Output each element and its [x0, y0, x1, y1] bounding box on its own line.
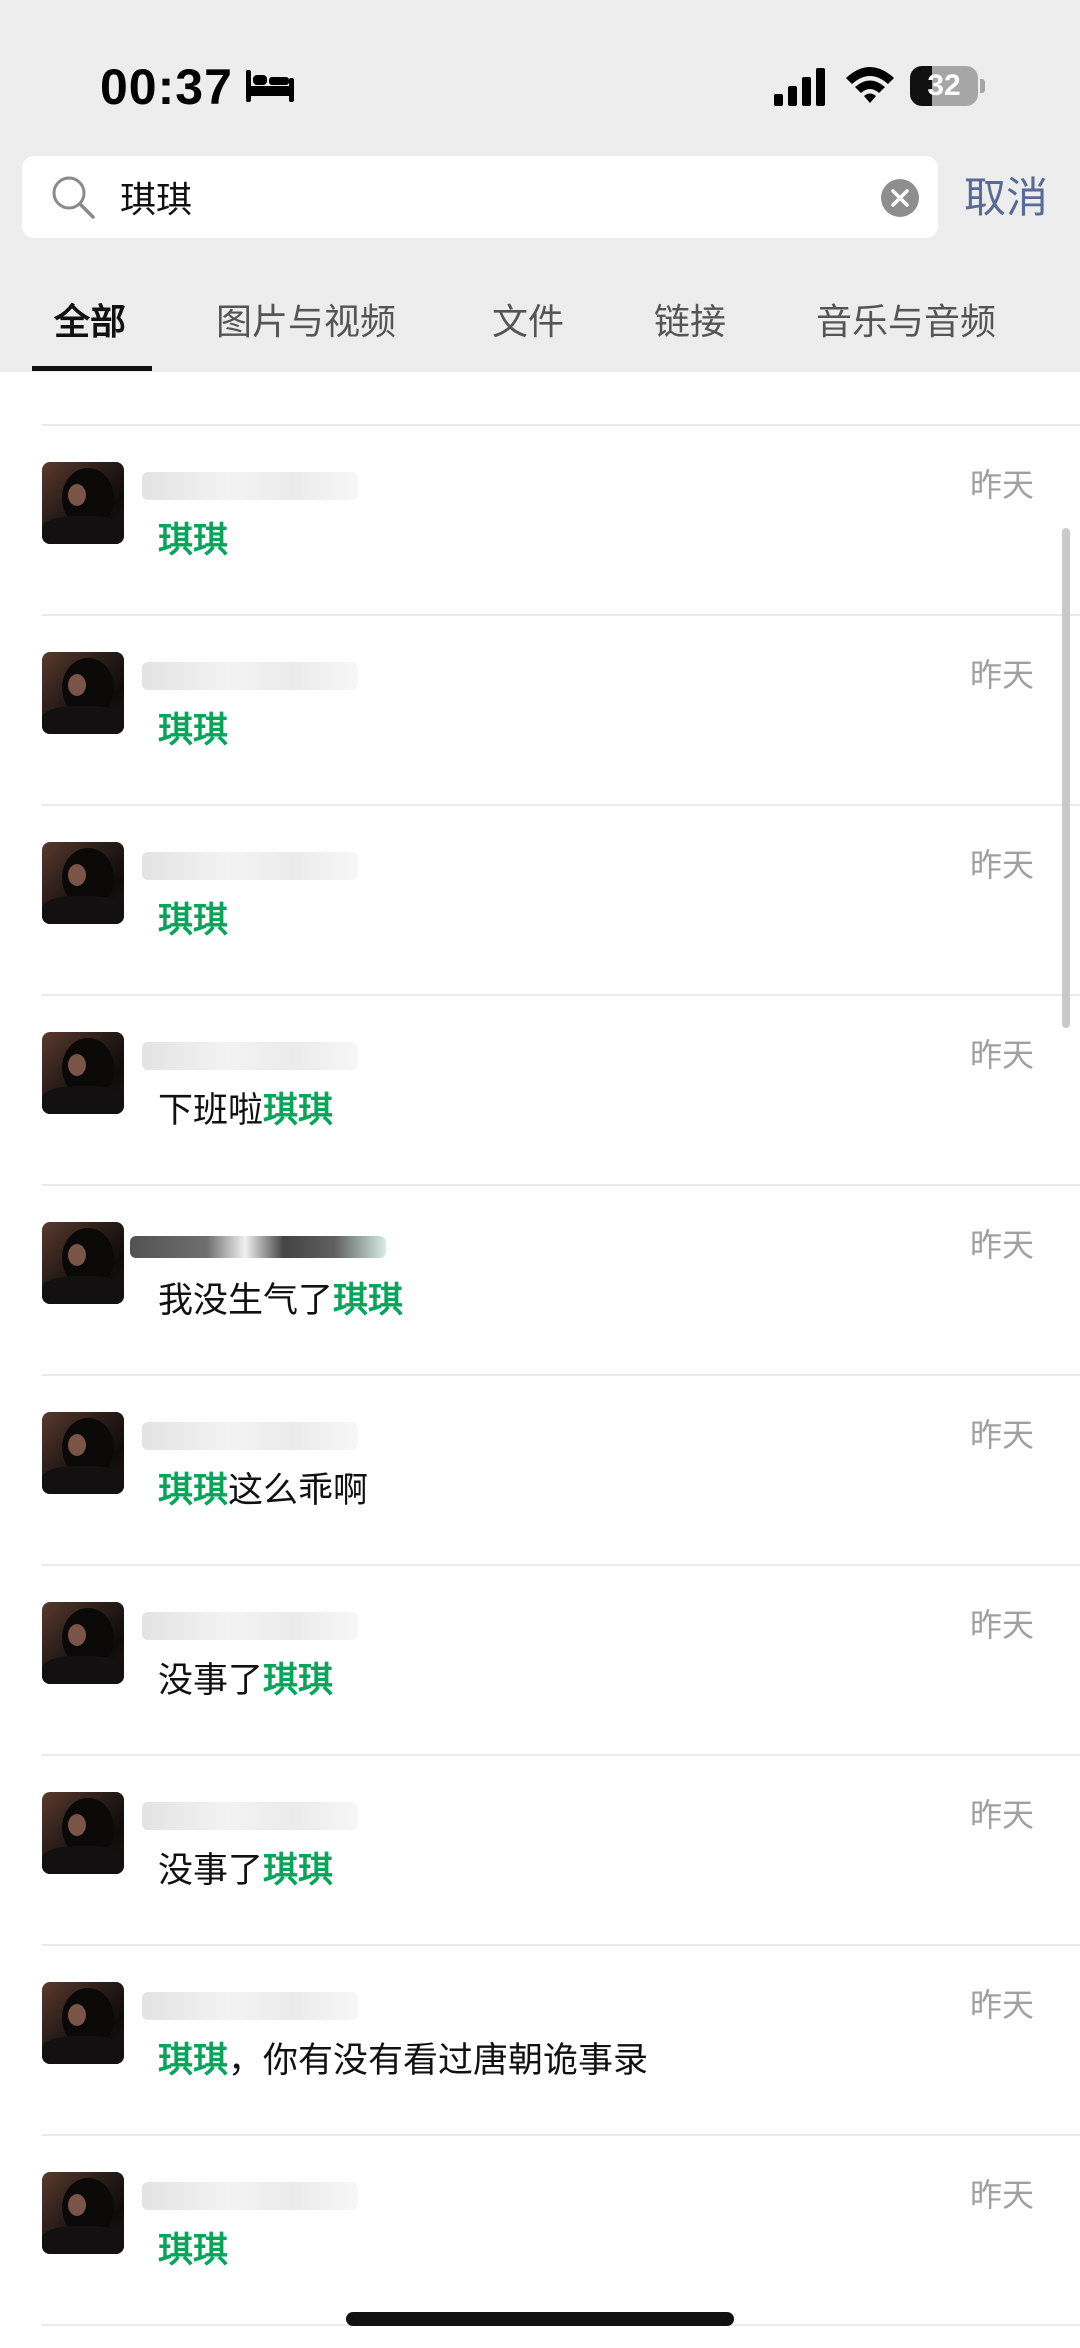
status-time: 00:37 [100, 59, 233, 115]
battery-icon: 32 [910, 66, 986, 106]
list-item[interactable]: 没事了琪琪 昨天 [0, 1566, 1080, 1756]
list-item[interactable]: 琪琪，你有没有看过唐朝诡事录 昨天 [0, 1946, 1080, 2136]
list-item[interactable]: 没事了琪琪 昨天 [0, 1756, 1080, 1946]
active-tab-indicator [32, 366, 152, 371]
message-snippet: 琪琪 [158, 2231, 229, 2271]
list-item[interactable]: 琪琪 昨天 [0, 616, 1080, 806]
message-date: 昨天 [969, 656, 1034, 694]
filter-tabs: 全部 图片与视频 文件 链接 音乐与音频 [0, 290, 1080, 372]
battery-percent: 32 [927, 69, 961, 102]
avatar [42, 652, 124, 734]
avatar [42, 2172, 124, 2254]
message-snippet: 下班啦琪琪 [158, 1091, 334, 1131]
message-snippet: 我没生气了琪琪 [158, 1281, 404, 1321]
redacted-name [142, 662, 358, 690]
redacted-name [142, 1802, 358, 1830]
tab-links[interactable]: 链接 [654, 300, 726, 346]
message-date: 昨天 [969, 846, 1034, 884]
list-item[interactable]: 琪琪这么乖啊 昨天 [0, 1376, 1080, 1566]
message-date: 昨天 [969, 1036, 1034, 1074]
battery-body: 32 [910, 66, 978, 106]
battery-cap [980, 79, 985, 93]
list-item[interactable]: 琪琪 昨天 [0, 806, 1080, 996]
message-date: 昨天 [969, 1986, 1034, 2024]
redacted-name [142, 1612, 358, 1640]
avatar [42, 1982, 124, 2064]
search-bar[interactable] [22, 156, 938, 238]
tab-photos-videos[interactable]: 图片与视频 [216, 300, 396, 346]
redacted-name [130, 1236, 386, 1258]
list-item[interactable]: 琪琪 昨天 [0, 426, 1080, 616]
list-item[interactable]: 琪琪 昨天 [0, 2136, 1080, 2326]
avatar [42, 1412, 124, 1494]
message-snippet: 琪琪 [158, 711, 229, 751]
message-snippet: 没事了琪琪 [158, 1851, 334, 1891]
message-date: 昨天 [969, 1606, 1034, 1644]
search-icon [52, 176, 95, 219]
message-snippet: 琪琪 [158, 521, 229, 561]
search-input[interactable] [120, 156, 880, 238]
message-date: 昨天 [969, 1796, 1034, 1834]
search-results-screen: 00:37 32 琪琪 取消 全部 图片与视频 文件 链接 音乐与音频 琪琪 昨… [0, 0, 1080, 2348]
list-item[interactable]: 我没生气了琪琪 昨天 [0, 1186, 1080, 1376]
message-date: 昨天 [969, 1416, 1034, 1454]
avatar [42, 842, 124, 924]
avatar [42, 462, 124, 544]
tab-all[interactable]: 全部 [54, 300, 126, 346]
message-date: 昨天 [969, 1226, 1034, 1264]
status-bar: 00:37 32 [0, 0, 1080, 140]
redacted-name [142, 1422, 358, 1450]
message-snippet: 琪琪 [158, 901, 229, 941]
cellular-signal-icon [774, 68, 825, 106]
message-date: 昨天 [969, 466, 1034, 504]
avatar [42, 1602, 124, 1684]
wifi-icon [846, 67, 894, 103]
message-snippet: 没事了琪琪 [158, 1661, 334, 1701]
list-item[interactable]: 下班啦琪琪 昨天 [0, 996, 1080, 1186]
message-date: 昨天 [969, 2176, 1034, 2214]
bed-icon [246, 70, 294, 102]
scrollbar[interactable] [1062, 528, 1070, 1028]
result-list[interactable]: 琪琪 昨天 琪琪 昨天 琪琪 昨天 下班啦琪琪 昨天 我没生气了琪琪 昨天 琪琪… [0, 372, 1080, 2348]
redacted-name [142, 852, 358, 880]
message-snippet: 琪琪，你有没有看过唐朝诡事录 [158, 2041, 649, 2081]
header-area: 00:37 32 琪琪 取消 全部 图片与视频 文件 链接 音乐与音频 [0, 0, 1080, 372]
clear-icon[interactable] [880, 178, 920, 218]
avatar [42, 1222, 124, 1304]
cancel-button[interactable]: 取消 [964, 168, 1064, 228]
home-indicator[interactable] [346, 2312, 734, 2326]
redacted-name [142, 472, 358, 500]
redacted-name [142, 1992, 358, 2020]
redacted-name [142, 1042, 358, 1070]
avatar [42, 1792, 124, 1874]
redacted-name [142, 2182, 358, 2210]
tab-music-audio[interactable]: 音乐与音频 [816, 300, 996, 346]
tab-files[interactable]: 文件 [492, 300, 564, 346]
message-snippet: 琪琪这么乖啊 [158, 1471, 369, 1511]
avatar [42, 1032, 124, 1114]
